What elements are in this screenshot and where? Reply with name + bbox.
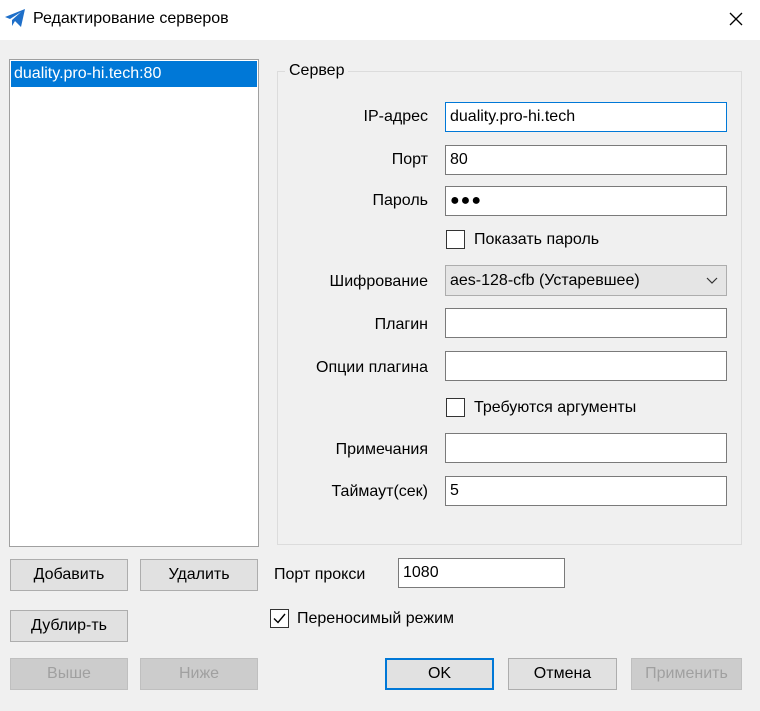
password-field[interactable]: ●●● [445, 186, 727, 216]
plugin-args-checkbox[interactable] [446, 398, 465, 417]
close-icon [729, 12, 743, 26]
ok-button[interactable]: OK [385, 658, 494, 690]
timeout-label: Таймаут(сек) [331, 483, 429, 500]
move-down-button[interactable]: Ниже [140, 658, 258, 690]
portable-mode-checkbox[interactable] [270, 609, 289, 628]
plugin-label: Плагин [374, 316, 428, 333]
ip-label: IP-адрес [363, 108, 428, 125]
plugin-options-label: Опции плагина [316, 359, 428, 376]
encryption-value: aes-128-cfb (Устаревшее) [450, 272, 640, 289]
close-button[interactable] [712, 0, 760, 38]
port-label: Порт [391, 151, 428, 168]
duplicate-button[interactable]: Дублир-ть [10, 610, 128, 642]
plugin-options-field[interactable] [445, 351, 727, 381]
plugin-args-label[interactable]: Требуются аргументы [474, 399, 636, 417]
proxy-port-field[interactable]: 1080 [398, 558, 565, 588]
plugin-field[interactable] [445, 308, 727, 338]
add-button[interactable]: Добавить [10, 559, 128, 591]
password-label: Пароль [372, 192, 428, 209]
cancel-button[interactable]: Отмена [508, 658, 617, 690]
server-group-title: Сервер [285, 62, 349, 80]
timeout-field[interactable]: 5 [445, 476, 727, 506]
title-bar: Редактирование серверов [0, 0, 760, 40]
show-password-label[interactable]: Показать пароль [474, 231, 599, 249]
port-field[interactable]: 80 [445, 145, 727, 175]
portable-mode-label[interactable]: Переносимый режим [297, 610, 454, 628]
paper-plane-icon [5, 9, 25, 27]
proxy-port-label: Порт прокси [274, 566, 366, 583]
server-list-item[interactable]: duality.pro-hi.tech:80 [11, 61, 257, 87]
remarks-field[interactable] [445, 433, 727, 463]
chevron-down-icon [706, 277, 718, 284]
apply-button[interactable]: Применить [631, 658, 742, 690]
window-title: Редактирование серверов [33, 10, 229, 27]
remarks-label: Примечания [335, 441, 428, 458]
server-list[interactable]: duality.pro-hi.tech:80 [9, 59, 259, 547]
encryption-select[interactable]: aes-128-cfb (Устаревшее) [445, 265, 727, 296]
show-password-checkbox[interactable] [446, 230, 465, 249]
delete-button[interactable]: Удалить [140, 559, 258, 591]
checkmark-icon [273, 613, 286, 624]
move-up-button[interactable]: Выше [10, 658, 128, 690]
ip-field[interactable]: duality.pro-hi.tech [445, 102, 727, 132]
encryption-label: Шифрование [329, 273, 428, 290]
